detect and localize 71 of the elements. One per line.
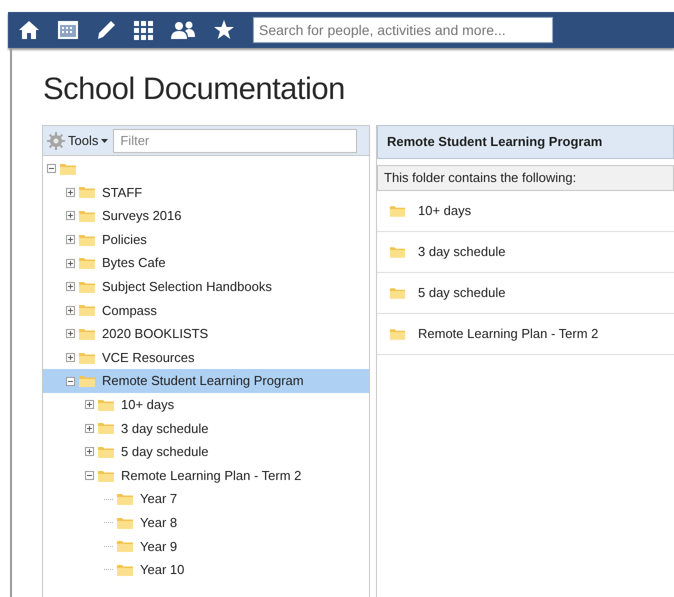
folder-icon (389, 286, 406, 300)
tools-button[interactable]: Tools (47, 130, 108, 150)
folder-item[interactable]: 5 day schedule (377, 273, 674, 314)
folder-icon (116, 562, 134, 577)
tree-item[interactable]: Surveys 2016 (43, 204, 369, 228)
expand-icon[interactable] (66, 211, 75, 220)
expand-icon[interactable] (66, 188, 75, 197)
folder-icon (116, 516, 134, 530)
folder-icon (116, 539, 134, 554)
gear-icon (47, 132, 65, 150)
folder-icon (97, 398, 115, 412)
tree-item[interactable]: Year 9 (43, 534, 369, 558)
folder-item[interactable]: Remote Learning Plan - Term 2 (377, 314, 674, 355)
star-icon[interactable] (213, 20, 235, 40)
folder-caption: This folder contains the following: (377, 165, 674, 191)
folder-icon (116, 492, 134, 506)
tree-item[interactable]: Remote Student Learning Program (43, 369, 369, 393)
expand-icon[interactable] (66, 353, 75, 362)
folder-icon (59, 162, 77, 176)
folder-icon (78, 280, 96, 294)
tree-item[interactable]: 5 day schedule (43, 440, 369, 464)
grid-icon[interactable] (133, 20, 153, 40)
panel-title: Remote Student Learning Program (377, 125, 674, 159)
expand-icon[interactable] (85, 447, 94, 456)
expand-icon[interactable] (66, 329, 75, 338)
tree-item[interactable]: 3 day schedule (43, 416, 369, 440)
tree-item[interactable]: VCE Resources (43, 346, 369, 370)
folder-icon (97, 444, 115, 459)
folder-icon (78, 326, 96, 341)
search-field[interactable]: Search for people, activities and more... (253, 17, 553, 43)
folder-icon (97, 468, 115, 483)
expand-icon[interactable] (85, 400, 94, 410)
folder-icon (78, 374, 96, 388)
tree-item[interactable]: Policies (43, 228, 369, 252)
folder-item[interactable]: 10+ days (377, 191, 674, 232)
tree-item[interactable]: Year 7 (43, 487, 369, 511)
expand-icon[interactable] (66, 258, 75, 268)
filter-field[interactable]: Filter (113, 128, 358, 152)
page-title: School Documentation (43, 70, 346, 108)
tree-item[interactable]: STAFF (43, 180, 369, 204)
collapse-icon[interactable] (85, 471, 94, 480)
expand-icon[interactable] (85, 424, 94, 433)
expand-icon[interactable] (66, 306, 75, 315)
folder-icon (97, 421, 115, 436)
folder-icon (78, 303, 96, 318)
expand-icon[interactable] (66, 282, 75, 292)
pencil-icon[interactable] (96, 20, 116, 40)
folder-icon (78, 185, 96, 200)
folder-icon (78, 232, 96, 247)
folder-icon (78, 256, 96, 270)
folder-icon (389, 245, 406, 259)
tree-item[interactable]: 2020 BOOKLISTS (43, 322, 369, 346)
tree-item[interactable]: Bytes Cafe (43, 251, 369, 275)
folder-icon (78, 208, 96, 223)
folder-icon (389, 204, 406, 218)
tree-item[interactable]: Subject Selection Handbooks (43, 274, 369, 299)
caret-icon (101, 138, 108, 142)
home-icon[interactable] (18, 20, 40, 40)
people-icon[interactable] (170, 21, 196, 39)
collapse-icon[interactable] (66, 376, 75, 386)
collapse-icon[interactable] (47, 164, 56, 174)
tree-item[interactable]: Remote Learning Plan - Term 2 (43, 464, 369, 488)
tree-item[interactable]: Compass (43, 298, 369, 322)
calendar-icon[interactable] (57, 20, 79, 40)
tree-item[interactable]: Year 10 (43, 558, 369, 582)
folder-item[interactable]: 3 day schedule (377, 232, 674, 273)
tree-item[interactable]: 10+ days (43, 392, 369, 417)
folder-icon (389, 327, 406, 341)
folder-icon (78, 350, 96, 365)
expand-icon[interactable] (66, 235, 75, 244)
tree-item[interactable]: Year 8 (43, 510, 369, 534)
